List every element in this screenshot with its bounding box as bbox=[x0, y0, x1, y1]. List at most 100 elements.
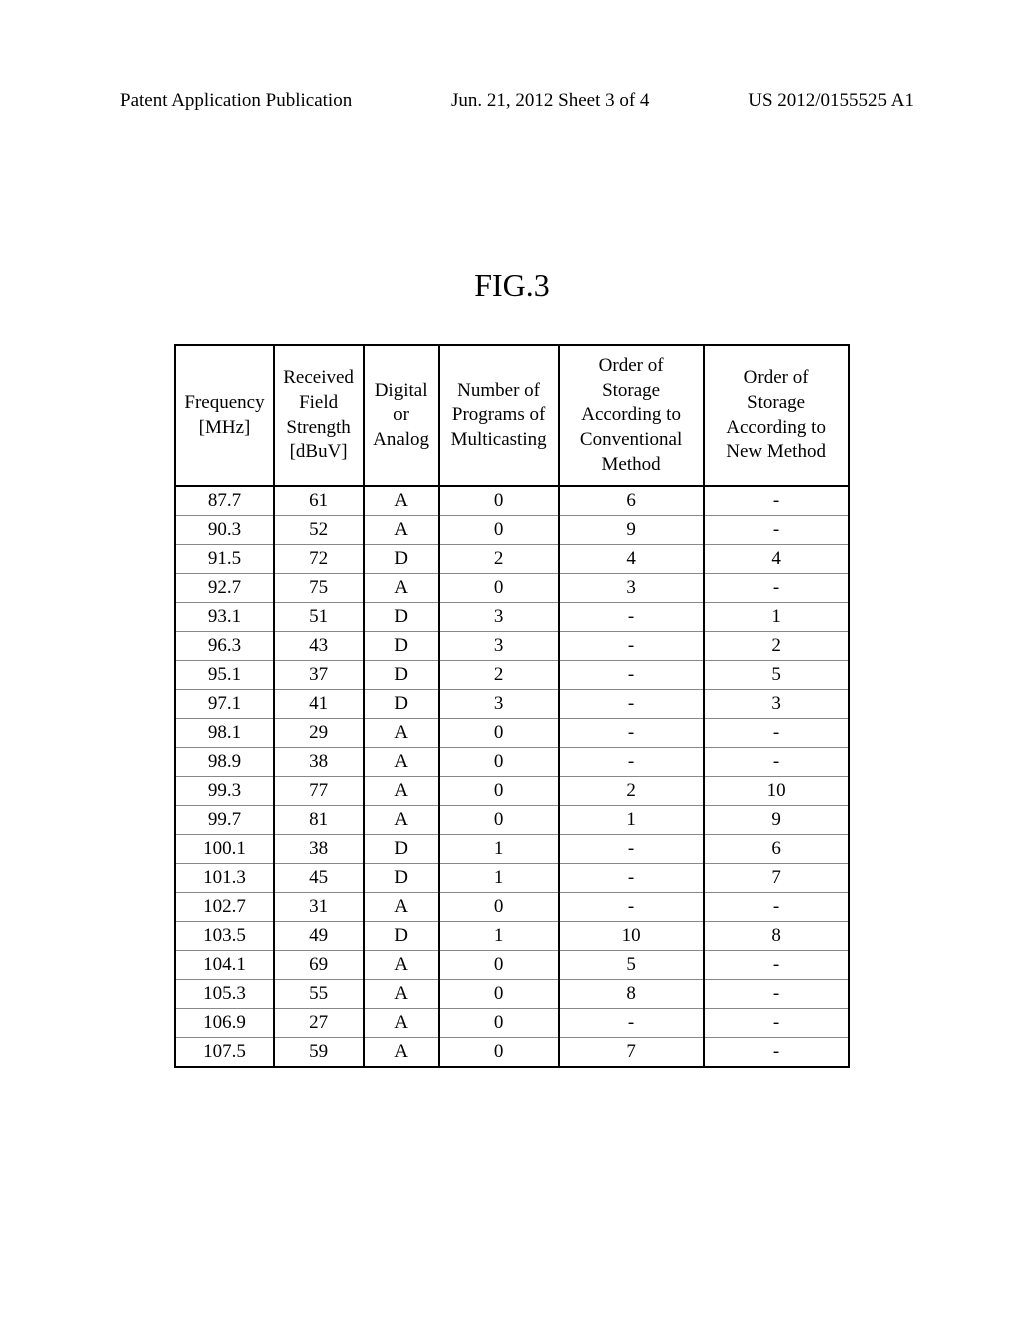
table-row: 102.731A0-- bbox=[175, 893, 848, 922]
cell-new-order: - bbox=[704, 893, 849, 922]
table-row: 97.141D3-3 bbox=[175, 690, 848, 719]
cell-strength: 55 bbox=[274, 980, 364, 1009]
cell-strength: 38 bbox=[274, 835, 364, 864]
cell-frequency: 104.1 bbox=[175, 951, 273, 980]
cell-digital-analog: D bbox=[364, 835, 439, 864]
cell-programs: 1 bbox=[439, 864, 559, 893]
cell-frequency: 99.7 bbox=[175, 806, 273, 835]
table-row: 92.775A03- bbox=[175, 574, 848, 603]
cell-conventional-order: 2 bbox=[559, 777, 704, 806]
cell-conventional-order: - bbox=[559, 864, 704, 893]
col-header-new-order: Order of Storage According to New Method bbox=[704, 345, 849, 486]
cell-strength: 75 bbox=[274, 574, 364, 603]
cell-new-order: - bbox=[704, 574, 849, 603]
table-row: 107.559A07- bbox=[175, 1038, 848, 1068]
cell-digital-analog: A bbox=[364, 574, 439, 603]
cell-conventional-order: - bbox=[559, 719, 704, 748]
cell-programs: 2 bbox=[439, 661, 559, 690]
cell-frequency: 99.3 bbox=[175, 777, 273, 806]
table-body: 87.761A06-90.352A09-91.572D24492.775A03-… bbox=[175, 486, 848, 1067]
cell-conventional-order: 8 bbox=[559, 980, 704, 1009]
cell-conventional-order: 4 bbox=[559, 545, 704, 574]
cell-programs: 0 bbox=[439, 893, 559, 922]
cell-conventional-order: - bbox=[559, 661, 704, 690]
table-header-row: Frequency [MHz] Received Field Strength … bbox=[175, 345, 848, 486]
cell-programs: 0 bbox=[439, 1009, 559, 1038]
cell-conventional-order: 6 bbox=[559, 486, 704, 516]
cell-frequency: 102.7 bbox=[175, 893, 273, 922]
cell-frequency: 107.5 bbox=[175, 1038, 273, 1068]
cell-new-order: - bbox=[704, 719, 849, 748]
cell-strength: 81 bbox=[274, 806, 364, 835]
cell-frequency: 96.3 bbox=[175, 632, 273, 661]
page-header: Patent Application Publication Jun. 21, … bbox=[0, 0, 1024, 112]
cell-digital-analog: A bbox=[364, 1009, 439, 1038]
cell-programs: 0 bbox=[439, 806, 559, 835]
cell-new-order: - bbox=[704, 748, 849, 777]
table-row: 95.137D2-5 bbox=[175, 661, 848, 690]
cell-new-order: 1 bbox=[704, 603, 849, 632]
header-document-number: US 2012/0155525 A1 bbox=[748, 90, 914, 112]
cell-conventional-order: 3 bbox=[559, 574, 704, 603]
cell-programs: 0 bbox=[439, 516, 559, 545]
table-row: 90.352A09- bbox=[175, 516, 848, 545]
cell-frequency: 92.7 bbox=[175, 574, 273, 603]
cell-new-order: 9 bbox=[704, 806, 849, 835]
cell-strength: 43 bbox=[274, 632, 364, 661]
cell-frequency: 98.9 bbox=[175, 748, 273, 777]
cell-digital-analog: D bbox=[364, 690, 439, 719]
cell-strength: 27 bbox=[274, 1009, 364, 1038]
cell-digital-analog: A bbox=[364, 1038, 439, 1068]
cell-new-order: - bbox=[704, 1038, 849, 1068]
cell-programs: 1 bbox=[439, 922, 559, 951]
cell-digital-analog: A bbox=[364, 893, 439, 922]
cell-digital-analog: A bbox=[364, 486, 439, 516]
cell-frequency: 97.1 bbox=[175, 690, 273, 719]
cell-digital-analog: D bbox=[364, 864, 439, 893]
cell-digital-analog: A bbox=[364, 748, 439, 777]
cell-programs: 3 bbox=[439, 690, 559, 719]
cell-conventional-order: 10 bbox=[559, 922, 704, 951]
cell-new-order: 8 bbox=[704, 922, 849, 951]
cell-frequency: 91.5 bbox=[175, 545, 273, 574]
cell-conventional-order: - bbox=[559, 835, 704, 864]
cell-programs: 0 bbox=[439, 1038, 559, 1068]
cell-conventional-order: - bbox=[559, 603, 704, 632]
table-row: 106.927A0-- bbox=[175, 1009, 848, 1038]
cell-strength: 61 bbox=[274, 486, 364, 516]
cell-frequency: 106.9 bbox=[175, 1009, 273, 1038]
cell-frequency: 95.1 bbox=[175, 661, 273, 690]
cell-conventional-order: - bbox=[559, 893, 704, 922]
table-row: 99.377A0210 bbox=[175, 777, 848, 806]
cell-new-order: 2 bbox=[704, 632, 849, 661]
col-header-digital-analog: Digital or Analog bbox=[364, 345, 439, 486]
cell-strength: 31 bbox=[274, 893, 364, 922]
table-row: 98.129A0-- bbox=[175, 719, 848, 748]
cell-frequency: 103.5 bbox=[175, 922, 273, 951]
cell-programs: 0 bbox=[439, 748, 559, 777]
cell-digital-analog: D bbox=[364, 545, 439, 574]
cell-digital-analog: A bbox=[364, 777, 439, 806]
cell-conventional-order: 5 bbox=[559, 951, 704, 980]
table-row: 87.761A06- bbox=[175, 486, 848, 516]
cell-conventional-order: - bbox=[559, 690, 704, 719]
cell-digital-analog: A bbox=[364, 719, 439, 748]
header-sheet-info: Jun. 21, 2012 Sheet 3 of 4 bbox=[451, 90, 649, 112]
cell-new-order: 7 bbox=[704, 864, 849, 893]
header-publication: Patent Application Publication bbox=[120, 90, 352, 112]
cell-programs: 0 bbox=[439, 951, 559, 980]
cell-digital-analog: A bbox=[364, 806, 439, 835]
col-header-frequency: Frequency [MHz] bbox=[175, 345, 273, 486]
col-header-programs: Number of Programs of Multicasting bbox=[439, 345, 559, 486]
cell-frequency: 100.1 bbox=[175, 835, 273, 864]
cell-programs: 0 bbox=[439, 719, 559, 748]
cell-strength: 45 bbox=[274, 864, 364, 893]
cell-strength: 37 bbox=[274, 661, 364, 690]
cell-strength: 38 bbox=[274, 748, 364, 777]
cell-new-order: - bbox=[704, 951, 849, 980]
cell-frequency: 105.3 bbox=[175, 980, 273, 1009]
cell-strength: 77 bbox=[274, 777, 364, 806]
table-row: 99.781A019 bbox=[175, 806, 848, 835]
cell-conventional-order: 1 bbox=[559, 806, 704, 835]
cell-conventional-order: 7 bbox=[559, 1038, 704, 1068]
